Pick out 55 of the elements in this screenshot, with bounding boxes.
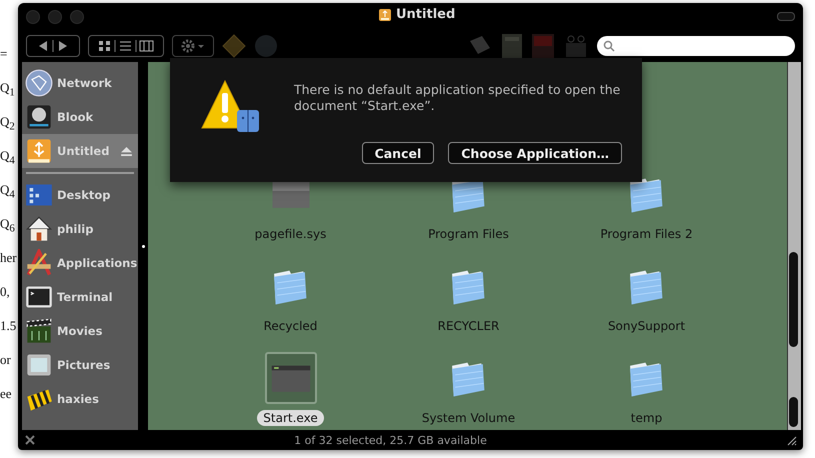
house-icon bbox=[25, 215, 53, 243]
drive-icon bbox=[378, 8, 392, 22]
search-icon bbox=[603, 40, 615, 52]
warning-icon bbox=[200, 78, 260, 134]
status-text: 1 of 32 selected, 25.7 GB available bbox=[293, 434, 488, 446]
window-title: Untitled bbox=[396, 7, 456, 22]
sidebar-item[interactable]: Pictures bbox=[22, 348, 138, 382]
dialog-message: There is no default application specified to open the document “Start.exe”. bbox=[294, 82, 622, 114]
document-text: 1.5 bbox=[0, 318, 18, 335]
document-text: Q$_{6}$ bbox=[0, 216, 16, 236]
sidebar-item[interactable]: philip bbox=[22, 212, 138, 246]
sidebar-item[interactable]: haxies bbox=[22, 382, 138, 416]
sidebar-item[interactable]: Desktop bbox=[22, 178, 138, 212]
view-mode-control[interactable] bbox=[88, 35, 164, 57]
usb-drive-icon bbox=[25, 137, 53, 165]
document-text: Q$_{1}$ bbox=[0, 80, 16, 100]
file-name[interactable]: temp bbox=[624, 410, 668, 426]
eject-icon[interactable] bbox=[121, 146, 132, 156]
toolbar-toggle-button[interactable] bbox=[777, 12, 795, 21]
back-forward-control[interactable] bbox=[26, 35, 80, 57]
search-field[interactable] bbox=[597, 36, 795, 56]
document-text: or bbox=[0, 352, 12, 369]
document-text: Q$_{2}$ bbox=[0, 114, 16, 134]
action-menu-button[interactable] bbox=[172, 35, 214, 57]
document-text: Q$_{4}$ bbox=[0, 182, 16, 202]
scroll-bar[interactable] bbox=[787, 62, 801, 430]
sidebar-item[interactable]: Network bbox=[22, 66, 138, 100]
sidebar-item[interactable]: Untitled bbox=[22, 134, 138, 168]
file-name[interactable]: Recycled bbox=[258, 318, 324, 334]
cancel-button[interactable]: Cancel bbox=[362, 142, 434, 164]
file-name[interactable]: RECYCLER bbox=[432, 318, 506, 334]
sidebar-item[interactable]: Movies bbox=[22, 314, 138, 348]
gear-icon bbox=[179, 39, 207, 53]
sidebar-item[interactable]: Applications bbox=[22, 246, 138, 280]
pencil-ruler-icon bbox=[25, 249, 53, 277]
file-name[interactable]: SonySupport bbox=[602, 318, 692, 334]
choose-application-button[interactable]: Choose Application… bbox=[448, 142, 622, 164]
sidebar-item[interactable]: Blook bbox=[22, 100, 138, 134]
document-text: 0, bbox=[0, 284, 11, 301]
file-name[interactable]: System Volume bbox=[416, 410, 522, 426]
document-text: Q$_{4}$ bbox=[0, 148, 16, 168]
globe-icon bbox=[25, 69, 53, 97]
document-text: ee bbox=[0, 386, 13, 403]
close-icon[interactable] bbox=[24, 434, 36, 446]
clapperboard-icon bbox=[25, 317, 53, 345]
sidebar-item[interactable]: Terminal bbox=[22, 280, 138, 314]
splitter-handle[interactable] bbox=[142, 244, 144, 248]
file-name[interactable]: pagefile.sys bbox=[248, 226, 332, 242]
hard-drive-icon bbox=[25, 103, 53, 131]
file-name[interactable]: Program Files bbox=[422, 226, 515, 242]
document-text: = bbox=[0, 46, 8, 63]
document-text: her bbox=[0, 250, 18, 267]
resize-grip-icon[interactable] bbox=[785, 434, 797, 446]
file-name[interactable]: Start.exe bbox=[257, 410, 324, 426]
file-name[interactable]: Program Files 2 bbox=[594, 226, 699, 242]
